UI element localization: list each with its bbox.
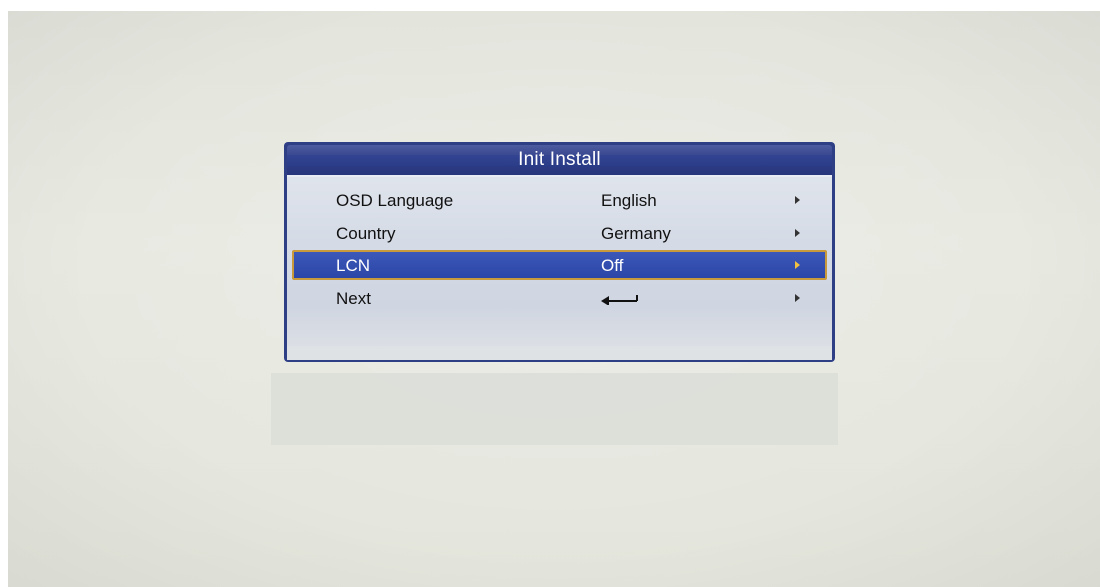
chevron-right-icon	[795, 229, 800, 237]
menu-item-label: Country	[336, 224, 396, 243]
chevron-right-icon	[795, 261, 800, 269]
menu-item-value: Germany	[601, 224, 671, 243]
menu-item-lcn[interactable]: LCN Off	[292, 250, 827, 280]
chevron-right-icon	[795, 196, 800, 204]
dialog-footer-strip	[287, 346, 832, 360]
chevron-right-icon	[795, 294, 800, 302]
dialog-title-bar: Init Install	[287, 145, 832, 175]
menu-item-label: OSD Language	[336, 191, 454, 210]
init-install-dialog: Init Install OSD Language English Countr…	[284, 142, 835, 362]
menu-item-value: English	[601, 191, 657, 210]
menu-item-label: Next	[336, 289, 371, 308]
menu-item-label: LCN	[336, 256, 371, 275]
menu-item-country[interactable]: Country Germany	[292, 218, 827, 248]
menu-item-next[interactable]: Next	[292, 283, 827, 313]
dialog-title: Init Install	[518, 149, 601, 170]
tv-screen: Init Install OSD Language English Countr…	[8, 11, 1100, 587]
enter-arrow-icon	[601, 295, 638, 305]
faded-panel	[271, 373, 838, 445]
dialog-body: OSD Language English Country Germany LCN…	[287, 175, 832, 360]
menu-item-value: Off	[601, 256, 624, 275]
menu-item-osd-language[interactable]: OSD Language English	[292, 185, 827, 215]
